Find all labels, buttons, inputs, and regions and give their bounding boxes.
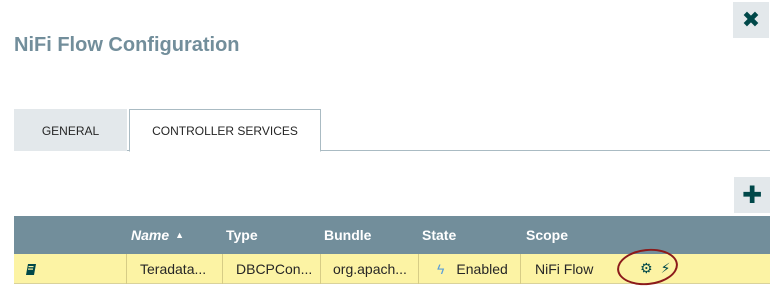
tab-general[interactable]: GENERAL [14,109,127,151]
usage-cell [26,254,126,284]
column-header-bundle[interactable]: Bundle [324,216,371,254]
disable-icon[interactable]: ⚡︎ [661,261,671,277]
state-label: Enabled [456,261,508,277]
cell-type: DBCPCon... [222,254,320,284]
add-controller-service-button[interactable]: ✚ [734,177,770,213]
controller-services-table: Name ▲ Type Bundle State Scope Teradata.… [14,216,770,284]
sort-ascending-icon: ▲ [175,230,185,240]
dialog-title: NiFi Flow Configuration [14,34,240,56]
enabled-bolt-icon: ϟ [437,261,445,277]
close-button[interactable]: ✖ [733,2,769,38]
cell-scope: NiFi Flow [520,254,618,284]
column-header-state[interactable]: State [422,216,456,254]
add-icon: ✚ [741,181,763,209]
configure-gear-icon[interactable]: ⚙ [640,261,653,277]
table-row[interactable]: Teradata... DBCPCon... org.apach... ϟ En… [14,254,770,284]
tab-bar: GENERAL CONTROLLER SERVICES [14,109,770,152]
cell-bundle: org.apach... [320,254,418,284]
usage-book-icon[interactable] [26,263,36,275]
column-header-type[interactable]: Type [226,216,258,254]
tab-controller-services[interactable]: CONTROLLER SERVICES [129,109,321,152]
cell-actions: ⚙ ⚡︎ [618,254,770,284]
table-header: Name ▲ Type Bundle State Scope [14,216,770,254]
column-header-name[interactable]: Name ▲ [131,216,184,254]
close-icon: ✖ [741,7,761,33]
cell-state: ϟ Enabled [418,254,520,284]
column-header-name-label: Name [131,227,170,243]
column-header-scope[interactable]: Scope [526,216,568,254]
cell-name: Teradata... [126,254,222,284]
